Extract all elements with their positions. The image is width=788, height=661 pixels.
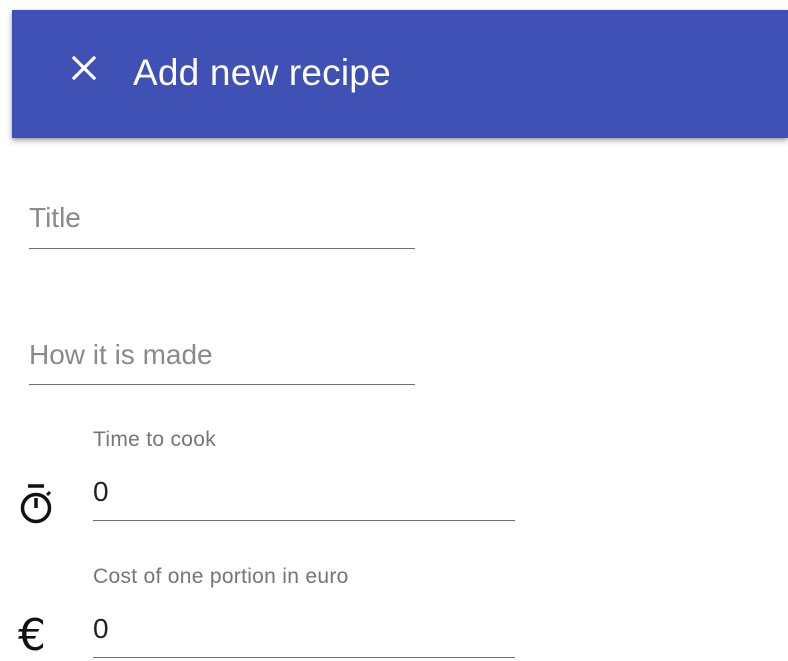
timer-icon: [20, 484, 52, 524]
title-underline: [29, 248, 415, 249]
cost-per-portion-label: Cost of one portion in euro: [93, 565, 349, 588]
method-field: [29, 335, 415, 387]
cost-per-portion-field: Cost of one portion in euro: [93, 565, 515, 660]
time-to-cook-input[interactable]: [93, 472, 515, 512]
time-to-cook-underline: [93, 520, 515, 521]
close-icon: [71, 55, 97, 81]
euro-icon: €: [18, 610, 46, 661]
title-field: [29, 198, 415, 250]
time-to-cook-label: Time to cook: [93, 428, 217, 451]
title-input[interactable]: [29, 198, 415, 238]
method-input[interactable]: [29, 335, 415, 375]
method-underline: [29, 384, 415, 385]
close-button[interactable]: [66, 48, 106, 88]
cost-per-portion-underline: [93, 657, 515, 658]
cost-per-portion-input[interactable]: [93, 609, 515, 649]
dialog-title: Add new recipe: [133, 52, 391, 93]
top-app-bar: Add new recipe: [12, 10, 788, 138]
time-to-cook-field: Time to cook: [93, 428, 515, 524]
